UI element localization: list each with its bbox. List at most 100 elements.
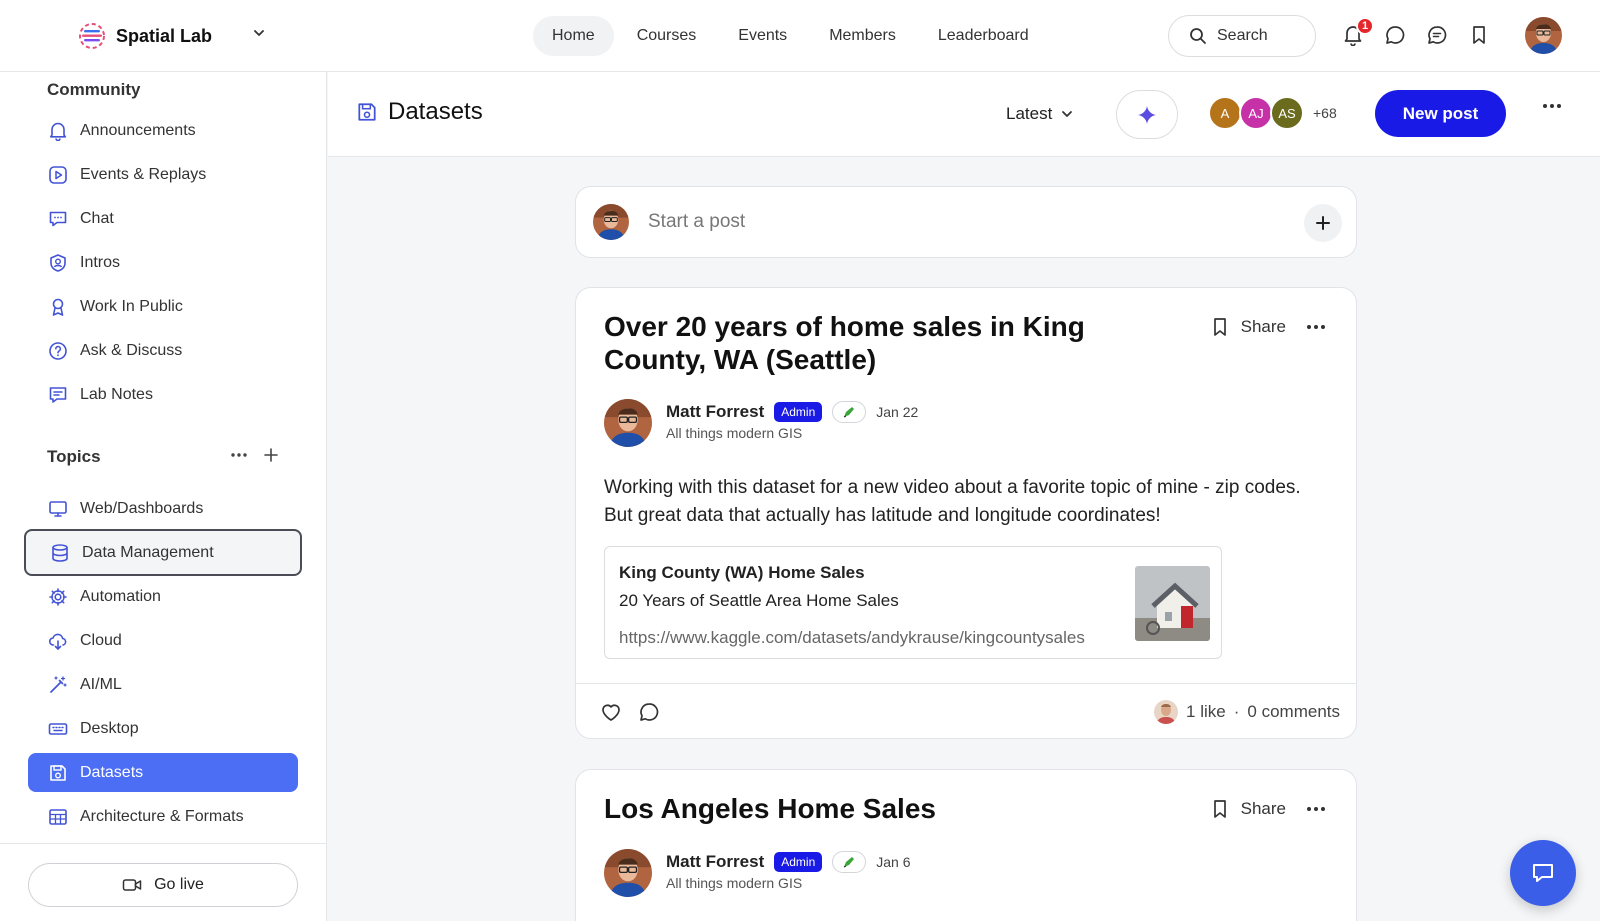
post-actions: Share [1211, 798, 1326, 820]
comment-icon[interactable] [638, 701, 660, 723]
sidebar-item-work-in-public[interactable]: Work In Public [28, 287, 298, 326]
more-options-icon[interactable] [1542, 103, 1562, 109]
sidebar-item-architecture-formats[interactable]: Architecture & Formats [28, 797, 298, 836]
floppy-icon [48, 763, 68, 783]
ai-assistant-button[interactable] [1116, 90, 1178, 139]
pencil-icon [842, 405, 856, 419]
link-url[interactable]: https://www.kaggle.com/datasets/andykrau… [619, 628, 1085, 648]
sidebar-item-cloud[interactable]: Cloud [28, 621, 298, 660]
bookmark-icon [1470, 24, 1488, 46]
sort-dropdown[interactable]: Latest [1006, 104, 1074, 124]
avatar[interactable] [604, 399, 652, 447]
add-topic-icon[interactable] [264, 448, 278, 462]
sidebar-item-label: AI/ML [80, 675, 122, 693]
link-preview[interactable]: King County (WA) Home Sales 20 Years of … [604, 546, 1222, 659]
topics-heading: Topics [47, 447, 101, 466]
sort-label: Latest [1006, 104, 1053, 123]
new-post-button[interactable]: New post [1375, 90, 1506, 137]
sidebar-item-data-management[interactable]: Data Management [24, 529, 302, 576]
page-title: Datasets [356, 98, 483, 126]
add-attachment-button[interactable] [1304, 204, 1342, 242]
sidebar-item-label: Intros [80, 253, 121, 271]
comment-count[interactable]: 0 comments [1247, 702, 1340, 722]
admin-badge: Admin [774, 852, 823, 872]
post-card: Over 20 years of home sales in King Coun… [575, 287, 1357, 739]
author-name[interactable]: Matt Forrest [666, 852, 764, 872]
sidebar-item-label: Web/Dashboards [80, 499, 204, 517]
post-title[interactable]: Over 20 years of home sales in King Coun… [604, 310, 1194, 376]
link-title: King County (WA) Home Sales [619, 563, 865, 582]
sidebar-item-ask-discuss[interactable]: Ask & Discuss [28, 331, 298, 370]
sidebar-item-desktop[interactable]: Desktop [28, 709, 298, 748]
nav-members[interactable]: Members [810, 16, 915, 56]
brand[interactable]: Spatial Lab [78, 20, 212, 52]
liker-avatar[interactable] [1154, 700, 1179, 724]
chevron-down-icon[interactable] [252, 26, 266, 40]
post-title[interactable]: Los Angeles Home Sales [604, 792, 1194, 825]
share-button[interactable]: Share [1241, 317, 1286, 337]
nav-leaderboard[interactable]: Leaderboard [919, 16, 1048, 56]
nav-courses[interactable]: Courses [618, 16, 716, 56]
chat-bubble-icon [1384, 24, 1406, 46]
pencil-badge [832, 851, 867, 873]
chat-bubble-icon [1530, 860, 1556, 886]
avatar[interactable] [604, 849, 652, 897]
notification-count-badge: 1 [1356, 17, 1374, 35]
sidebar-item-chat[interactable]: Chat [28, 199, 298, 238]
nav-events[interactable]: Events [719, 16, 806, 56]
more-options-icon[interactable] [230, 452, 248, 458]
post-date[interactable]: Jan 6 [876, 854, 910, 870]
support-chat-button[interactable] [1510, 840, 1576, 906]
message-lines-icon [1426, 24, 1448, 46]
direct-messages-button[interactable] [1426, 22, 1448, 48]
sidebar-item-datasets[interactable]: Datasets [28, 753, 298, 792]
sidebar-item-web-dashboards[interactable]: Web/Dashboards [28, 489, 298, 528]
user-shield-icon [48, 253, 68, 273]
floppy-icon [356, 101, 378, 123]
magic-wand-icon [48, 675, 68, 695]
more-options-icon[interactable] [1306, 324, 1326, 330]
bookmarks-button[interactable] [1468, 22, 1490, 48]
go-live-button[interactable]: Go live [28, 863, 298, 907]
sidebar-item-announcements[interactable]: Announcements [28, 111, 298, 150]
nav-home[interactable]: Home [533, 16, 614, 56]
sidebar-item-label: Events & Replays [80, 165, 207, 183]
like-count[interactable]: 1 like [1186, 702, 1226, 722]
top-icons: 1 [1342, 17, 1490, 48]
post-author: Matt Forrest Admin Jan 6 All things mode… [604, 849, 911, 897]
user-avatar[interactable] [1525, 17, 1562, 54]
sidebar-item-label: Architecture & Formats [80, 807, 244, 825]
sidebar-item-label: Cloud [80, 631, 122, 649]
ribbon-icon [48, 297, 68, 317]
post-body: Working with this dataset for a new vide… [604, 477, 1301, 526]
member-count: +68 [1313, 105, 1337, 121]
sparkle-icon [1137, 105, 1157, 125]
community-heading: Community [47, 80, 141, 99]
messages-button[interactable] [1384, 22, 1406, 48]
post-date[interactable]: Jan 22 [876, 404, 918, 420]
post-actions: Share [1211, 316, 1326, 338]
sidebar-item-events-replays[interactable]: Events & Replays [28, 155, 298, 194]
author-name[interactable]: Matt Forrest [666, 402, 764, 422]
topic-actions [230, 448, 278, 462]
post-card: Los Angeles Home Sales Share Matt Forres… [575, 769, 1357, 921]
bookmark-icon[interactable] [1211, 798, 1229, 820]
sidebar-item-label: Ask & Discuss [80, 341, 183, 359]
more-options-icon[interactable] [1306, 806, 1326, 812]
post-composer[interactable]: Start a post [575, 186, 1357, 258]
composer-placeholder[interactable]: Start a post [648, 211, 745, 233]
notifications-button[interactable]: 1 [1342, 17, 1374, 48]
sidebar-item-lab-notes[interactable]: Lab Notes [28, 375, 298, 414]
bookmark-icon[interactable] [1211, 316, 1229, 338]
sidebar-item-ai-ml[interactable]: AI/ML [28, 665, 298, 704]
heart-icon[interactable] [600, 701, 622, 723]
sidebar-item-label: Lab Notes [80, 385, 153, 403]
member-avatars[interactable]: A AJ AS +68 [1208, 96, 1337, 130]
admin-badge: Admin [774, 402, 823, 422]
avatar [593, 204, 629, 240]
keyboard-icon [48, 719, 68, 739]
sidebar-item-intros[interactable]: Intros [28, 243, 298, 282]
sidebar-item-automation[interactable]: Automation [28, 577, 298, 616]
share-button[interactable]: Share [1241, 799, 1286, 819]
search-button[interactable]: Search [1168, 15, 1316, 57]
